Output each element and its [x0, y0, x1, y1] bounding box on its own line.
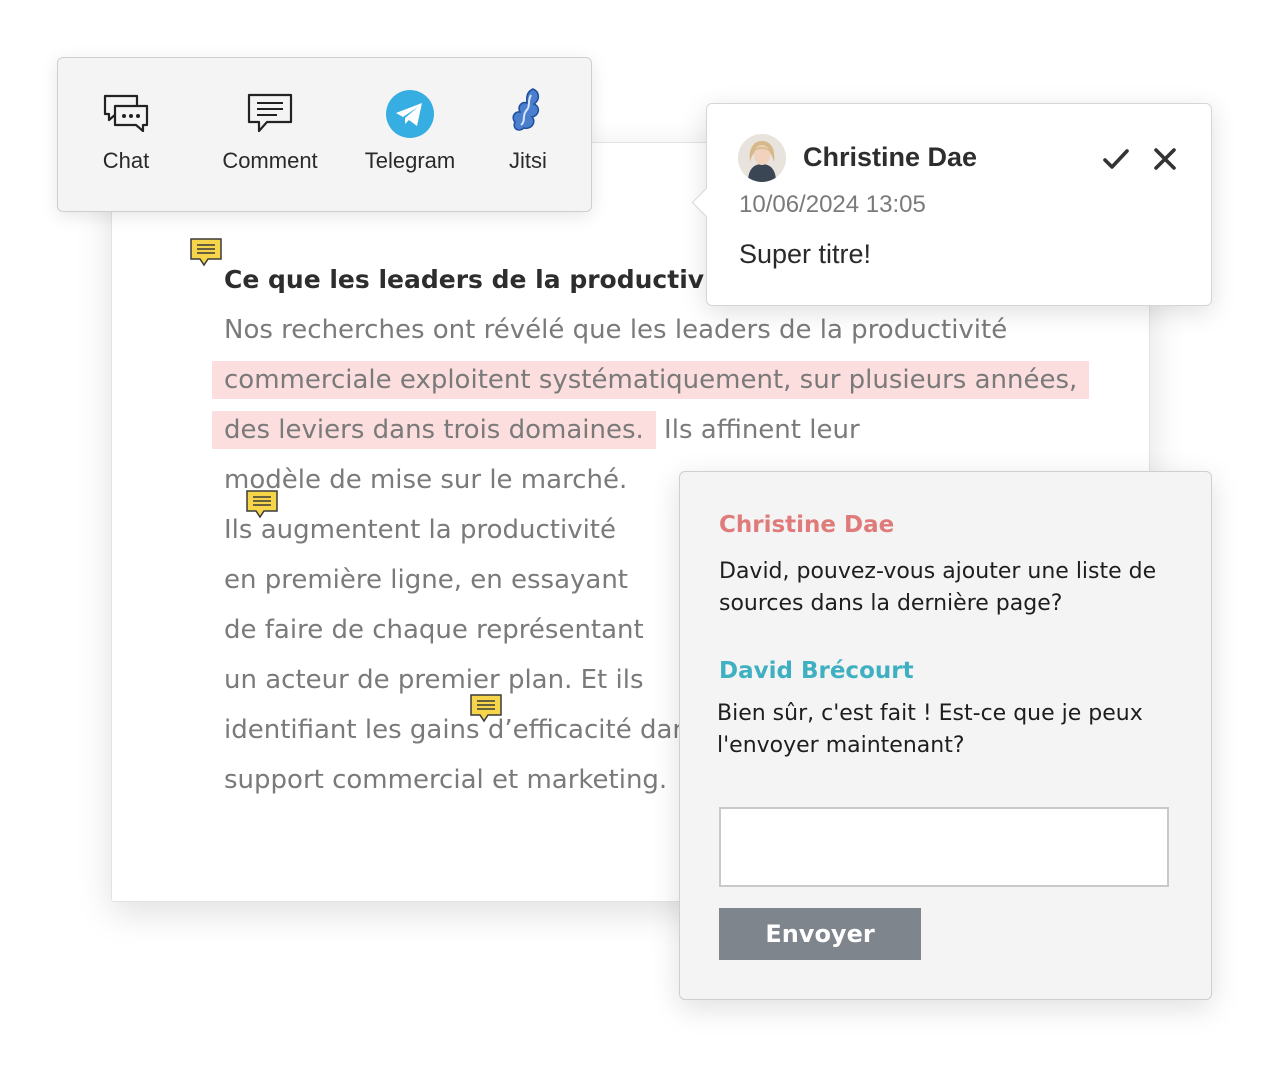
avatar — [738, 134, 786, 182]
line-text: Ils affinent leur — [655, 415, 860, 445]
comment-author: Christine Dae — [803, 142, 978, 172]
comment-icon — [247, 93, 293, 133]
document-title: Ce que les leaders de la productivit — [224, 265, 725, 294]
document-line: identifiant les gains d’efficacité dan — [224, 715, 689, 745]
telegram-icon — [386, 90, 434, 138]
collaboration-toolbar: Chat Comment Telegram Jitsi — [57, 57, 592, 212]
document-line: Nos recherches ont révélé que les leader… — [224, 315, 1008, 345]
comment-note-icon[interactable] — [470, 694, 502, 724]
jitsi-icon — [512, 88, 540, 131]
highlighted-text[interactable]: commerciale exploitent systématiquement,… — [212, 361, 1090, 399]
document-line: de faire de chaque représentant — [224, 615, 644, 645]
toolbar-item-label: Chat — [102, 148, 150, 173]
document-line: en première ligne, en essayant — [224, 565, 628, 595]
comment-popup: Christine Dae 10/06/2024 13:05 Super tit… — [691, 103, 1212, 306]
send-button[interactable]: Envoyer — [719, 908, 921, 960]
toolbar-jitsi-button[interactable]: Jitsi — [494, 58, 562, 211]
chat-message: David, pouvez-vous ajouter une liste de … — [719, 559, 1157, 616]
chat-message-input[interactable] — [719, 807, 1169, 887]
document-line-highlighted[interactable]: commerciale exploitent systématiquement,… — [212, 361, 1090, 399]
document-line: Ils augmentent la productivité — [224, 515, 616, 545]
comment-text: Super titre! — [739, 239, 872, 269]
checkmark-icon[interactable] — [1101, 144, 1131, 174]
document-line: des leviers dans trois domaines. Ils aff… — [212, 411, 860, 449]
toolbar-item-label: Telegram — [364, 148, 456, 173]
comment-timestamp: 10/06/2024 13:05 — [739, 191, 926, 218]
toolbar-chat-button[interactable]: Chat — [80, 58, 172, 211]
document-line: support commercial et marketing. — [224, 765, 668, 795]
toolbar-item-label: Jitsi — [509, 148, 547, 173]
highlighted-text[interactable]: des leviers dans trois domaines. — [212, 411, 656, 449]
toolbar-telegram-button[interactable]: Telegram — [354, 58, 466, 211]
chat-bubbles-icon — [103, 94, 149, 133]
chat-author-name: Christine Dae — [719, 512, 895, 538]
document-line: modèle de mise sur le marché. — [224, 465, 628, 495]
chat-panel: Christine Dae David, pouvez-vous ajouter… — [679, 471, 1212, 1000]
chat-author-name: David Brécourt — [719, 658, 914, 684]
document-line: un acteur de premier plan. Et ils — [224, 665, 644, 695]
toolbar-comment-button[interactable]: Comment — [210, 58, 330, 211]
comment-note-icon[interactable] — [246, 490, 278, 520]
toolbar-item-label: Comment — [222, 148, 318, 173]
chat-message: Bien sûr, c'est fait ! Est-ce que je peu… — [717, 701, 1143, 758]
comment-note-icon[interactable] — [190, 238, 222, 268]
close-icon[interactable] — [1150, 144, 1180, 174]
